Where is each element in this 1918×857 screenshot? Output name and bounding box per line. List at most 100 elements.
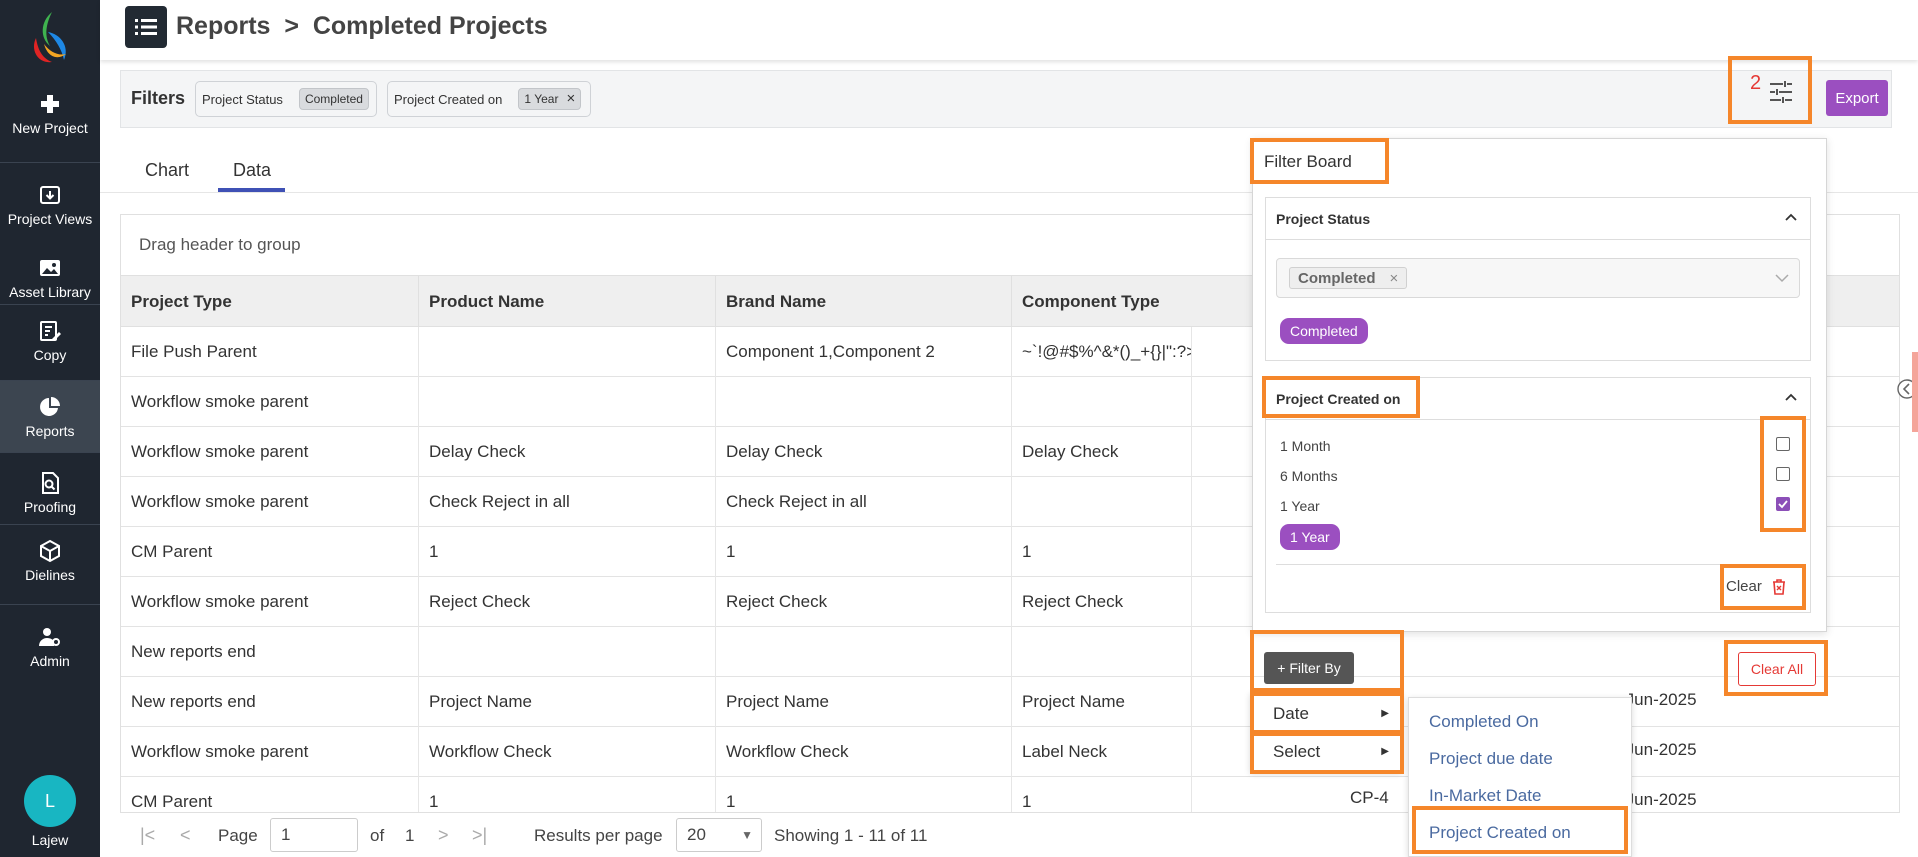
table-cell: 1 xyxy=(419,527,716,577)
highlight-box xyxy=(1262,376,1420,418)
close-icon[interactable]: × xyxy=(1390,270,1399,287)
results-per-page-select[interactable]: 20 ▼ xyxy=(676,818,762,852)
table-cell: Workflow smoke parent xyxy=(121,427,419,477)
avatar-initial: L xyxy=(44,790,55,811)
table-cell: 1 xyxy=(1012,527,1192,577)
chip-value-text: Completed xyxy=(304,92,363,106)
prev-page-icon[interactable]: < xyxy=(180,825,191,846)
table-cell: Label Neck xyxy=(1012,727,1192,777)
of-label: of xyxy=(370,826,385,845)
nav-project-views[interactable]: Project Views xyxy=(0,162,100,236)
showing-summary: Showing 1 - 11 of 11 xyxy=(774,826,928,845)
filter-chip-project-created[interactable]: Project Created on 1 Year × xyxy=(387,81,591,117)
table-cell: Workflow smoke parent xyxy=(121,377,419,427)
table-cell: Workflow Check xyxy=(419,727,716,777)
chip-value: 1 Year × xyxy=(518,88,582,110)
tab-chart[interactable]: Chart xyxy=(145,160,189,181)
plus-icon xyxy=(41,95,59,113)
header: Reports > Completed Projects xyxy=(100,0,1918,60)
nav-copy[interactable]: Copy xyxy=(0,304,100,380)
table-cell: Reject Check xyxy=(419,577,716,627)
chevron-up-icon[interactable] xyxy=(1784,210,1798,224)
first-page-icon[interactable]: |< xyxy=(140,825,155,846)
menu-toggle-button[interactable] xyxy=(125,6,167,48)
filter-bar: Filters Project Status Completed Project… xyxy=(120,70,1892,128)
table-cell: Check Reject in all xyxy=(716,477,1012,527)
highlight-box xyxy=(1250,730,1404,774)
sliders-icon xyxy=(1770,81,1792,103)
table-cell: Delay Check xyxy=(1012,427,1192,477)
nav-proofing[interactable]: Proofing xyxy=(0,452,100,524)
table-cell xyxy=(1012,477,1192,527)
table-cell xyxy=(716,627,1012,677)
table-cell: Workflow smoke parent xyxy=(121,477,419,527)
table-row[interactable]: New reports end xyxy=(121,627,1899,677)
last-page-icon[interactable]: >| xyxy=(472,825,487,846)
nav-reports[interactable]: Reports xyxy=(0,380,100,452)
option-1-year: 1 Year xyxy=(1280,498,1320,514)
page-input[interactable]: 1 xyxy=(270,818,358,852)
applied-created-chip: 1 Year xyxy=(1280,524,1340,550)
table-cell: Check Reject in all xyxy=(419,477,716,527)
filter-count-badge: 2 xyxy=(1750,72,1762,94)
highlight-box xyxy=(1724,640,1828,696)
next-page-icon[interactable]: > xyxy=(438,825,449,846)
total-pages: 1 xyxy=(405,826,415,845)
applied-status-chip: Completed xyxy=(1280,318,1368,344)
grid-code-cell: CP-4 xyxy=(1350,788,1389,807)
filter-board-title-box: Filter Board xyxy=(1250,138,1389,184)
column-header-product-name[interactable]: Product Name xyxy=(419,276,716,328)
nav-label: Proofing xyxy=(23,499,77,515)
tab-data[interactable]: Data xyxy=(233,160,271,181)
highlight-box xyxy=(1760,416,1806,532)
section-header[interactable]: Project Status xyxy=(1266,198,1810,240)
caret-down-icon: ▼ xyxy=(741,828,753,842)
image-icon xyxy=(40,260,60,276)
table-cell xyxy=(1012,377,1192,427)
chevron-down-icon xyxy=(1775,274,1789,283)
column-header-project-type[interactable]: Project Type xyxy=(121,276,419,328)
option-6-months: 6 Months xyxy=(1280,468,1338,484)
table-cell xyxy=(1012,627,1192,677)
table-cell: 1 xyxy=(716,777,1012,813)
nav-new-project[interactable]: New Project xyxy=(0,82,100,156)
tab-active-indicator xyxy=(218,188,285,192)
table-cell: Reject Check xyxy=(1012,577,1192,627)
nav-dielines[interactable]: Dielines xyxy=(0,524,100,604)
chevron-up-icon[interactable] xyxy=(1784,390,1798,404)
submenu-project-due-date[interactable]: Project due date xyxy=(1429,749,1553,769)
export-button[interactable]: Export xyxy=(1826,80,1888,116)
submenu-in-market-date[interactable]: In-Market Date xyxy=(1429,786,1541,806)
table-cell: Workflow smoke parent xyxy=(121,577,419,627)
filter-settings-button[interactable]: 2 xyxy=(1728,56,1812,124)
chip-value: Completed xyxy=(298,88,369,110)
search-doc-icon xyxy=(42,472,59,494)
section-project-status: Project Status Completed × Completed xyxy=(1265,197,1811,361)
user-name: Lajew xyxy=(31,832,69,848)
table-cell: 1 xyxy=(419,777,716,813)
pie-chart-icon xyxy=(40,397,60,416)
filters-label: Filters xyxy=(131,88,186,108)
highlight-box xyxy=(1250,630,1404,692)
filter-chip-project-status[interactable]: Project Status Completed xyxy=(195,81,377,117)
group-drop-area[interactable]: Drag header to group xyxy=(139,235,301,255)
selected-chip-text: Completed xyxy=(1298,269,1376,287)
app-logo[interactable] xyxy=(26,8,74,68)
table-cell: Workflow smoke parent xyxy=(121,727,419,777)
table-cell: Delay Check xyxy=(419,427,716,477)
table-cell xyxy=(716,377,1012,427)
nav-label: Admin xyxy=(30,653,70,669)
column-header-brand-name[interactable]: Brand Name xyxy=(716,276,1012,328)
section-title: Project Status xyxy=(1276,211,1371,227)
page-title: Reports > Completed Projects xyxy=(176,12,548,40)
submenu-completed-on[interactable]: Completed On xyxy=(1429,712,1539,732)
table-cell: Project Name xyxy=(1012,677,1192,727)
table-cell: CM Parent xyxy=(121,777,419,813)
highlight-box xyxy=(1720,564,1806,610)
nav-label: Dielines xyxy=(25,567,75,583)
nav-admin[interactable]: Admin xyxy=(0,604,100,684)
nav-asset-library[interactable]: Asset Library xyxy=(0,236,100,304)
close-icon[interactable]: × xyxy=(566,91,575,106)
avatar[interactable]: L xyxy=(24,775,76,827)
project-status-select[interactable]: Completed × xyxy=(1276,258,1800,298)
